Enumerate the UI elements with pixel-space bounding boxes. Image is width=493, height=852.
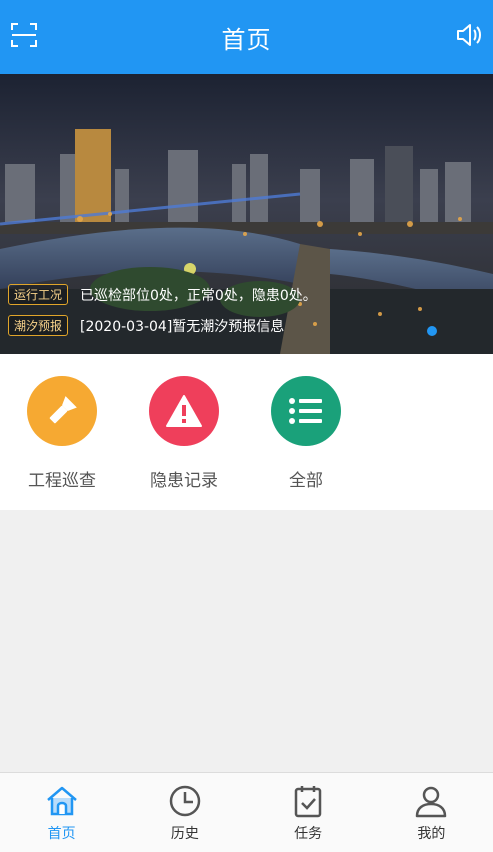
tab-home[interactable]: 首页	[0, 773, 123, 852]
tab-label: 我的	[417, 826, 446, 842]
carousel-indicator[interactable]	[427, 326, 437, 336]
quick-action-label: 隐患记录	[150, 471, 218, 491]
quick-action-label: 工程巡查	[28, 471, 96, 491]
city-night-image	[0, 74, 493, 354]
banner-carousel[interactable]: 运行工况 已巡检部位0处，正常0处，隐患0处。 潮汐预报 [2020-03-04…	[0, 74, 493, 354]
task-icon	[294, 786, 322, 818]
warning-icon	[149, 376, 219, 446]
scan-icon[interactable]	[10, 21, 38, 49]
notice-tag: 潮汐预报	[8, 315, 69, 336]
user-icon	[416, 786, 447, 818]
home-icon	[46, 786, 77, 816]
notice-text: 已巡检部位0处，正常0处，隐患0处。	[80, 287, 317, 304]
all-button[interactable]: 全部	[256, 376, 356, 491]
tab-label: 历史	[170, 826, 199, 842]
quick-actions: 工程巡查 隐患记录 全部	[0, 354, 493, 510]
hazard-record-button[interactable]: 隐患记录	[134, 376, 234, 491]
tab-label: 任务	[294, 826, 323, 842]
bottom-tab-bar: 首页 历史 任务 我的	[0, 772, 493, 852]
project-inspection-button[interactable]: 工程巡查	[12, 376, 112, 491]
tab-tasks[interactable]: 任务	[247, 773, 370, 852]
tab-history[interactable]: 历史	[123, 773, 246, 852]
speaker-icon[interactable]	[455, 21, 483, 49]
list-icon	[271, 376, 341, 446]
notice-text: [2020-03-04]暂无潮汐预报信息	[80, 318, 285, 335]
clock-icon	[169, 785, 201, 817]
notice-tag: 运行工况	[8, 284, 69, 305]
quick-action-label: 全部	[289, 471, 323, 491]
tab-mine[interactable]: 我的	[370, 773, 493, 852]
notice-status: 运行工况 已巡检部位0处，正常0处，隐患0处。	[8, 284, 317, 305]
page-title: 首页	[221, 25, 272, 54]
notice-tide: 潮汐预报 [2020-03-04]暂无潮汐预报信息	[8, 315, 284, 336]
tab-label: 首页	[47, 826, 76, 842]
flashlight-icon	[27, 376, 97, 446]
app-header: 首页	[0, 0, 493, 74]
